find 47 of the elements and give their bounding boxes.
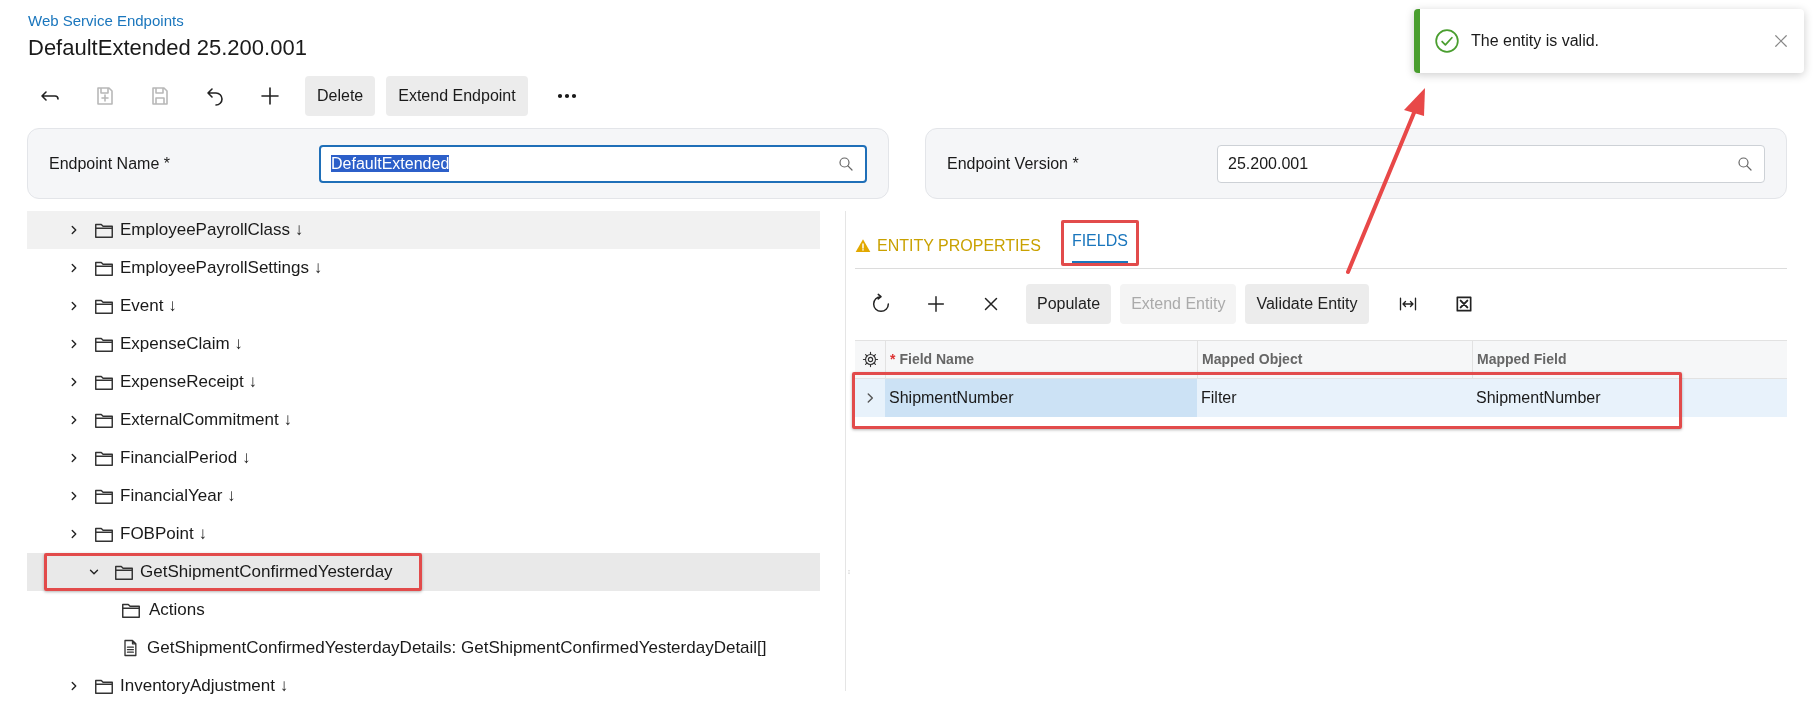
tree-item-label[interactable]: EmployeePayrollSettings ↓: [120, 255, 323, 281]
toast-message: The entity is valid.: [1471, 31, 1601, 51]
tree-item-label[interactable]: ExpenseClaim ↓: [120, 331, 243, 357]
tree-item-label[interactable]: Actions: [149, 597, 205, 623]
tree-item-label[interactable]: GetShipmentConfirmedYesterday: [140, 559, 393, 585]
check-circle-icon: [1434, 28, 1460, 54]
breadcrumb-link[interactable]: Web Service Endpoints: [28, 11, 184, 31]
column-header[interactable]: Mapped Field: [1472, 341, 1787, 378]
column-header[interactable]: * Field Name: [885, 341, 1197, 378]
tree-item-label[interactable]: ExpenseReceipt ↓: [120, 369, 258, 395]
tree-item-label[interactable]: FinancialPeriod ↓: [120, 445, 251, 471]
table-cell-text: Filter: [1200, 388, 1238, 408]
refresh-icon: [870, 293, 892, 315]
table-cell: ShipmentNumber: [885, 379, 1197, 417]
toolbar-button[interactable]: Populate: [1026, 284, 1112, 324]
input-field[interactable]: DefaultExtended: [319, 144, 867, 183]
tree-item-label[interactable]: GetShipmentConfirmedYesterdayDetails: GetShipmentConfirmedYesterdayDetail[]: [147, 635, 767, 661]
search-icon[interactable]: [1736, 154, 1754, 173]
tree-item-label[interactable]: FOBPoint ↓: [120, 521, 207, 547]
tree-item-label[interactable]: EmployeePayrollClass ↓: [120, 217, 304, 243]
column-header-label: Mapped Object: [1202, 350, 1303, 369]
page-title: DefaultExtended 25.200.001: [28, 34, 307, 62]
column-header[interactable]: Mapped Object: [1197, 341, 1472, 378]
settings-icon[interactable]: [861, 351, 879, 368]
required-mark: *: [890, 350, 896, 369]
input-field[interactable]: 25.200.001: [1217, 144, 1765, 183]
tree-item-label[interactable]: Event ↓: [120, 293, 177, 319]
tree-row[interactable]: EmployeePayrollClass ↓: [27, 211, 820, 249]
field-label: Endpoint Name *: [49, 153, 171, 174]
table-cell-text: ShipmentNumber: [1475, 388, 1602, 408]
tab[interactable]: FIELDS: [1071, 225, 1128, 263]
toolbar-button[interactable]: Validate Entity: [1245, 284, 1369, 324]
toolbar-button[interactable]: Delete: [305, 76, 376, 116]
tree-item-label[interactable]: ExternalCommitment ↓: [120, 407, 292, 433]
search-icon[interactable]: [837, 154, 855, 173]
column-header-label: Field Name: [899, 350, 975, 369]
toolbar-button[interactable]: Extend Endpoint: [386, 76, 528, 116]
close-icon[interactable]: [1772, 32, 1790, 50]
warning-icon: [855, 238, 871, 254]
grid-row[interactable]: ShipmentNumber Filter ShipmentNumber: [855, 379, 1787, 417]
plus-icon: [258, 84, 282, 108]
field-label: Endpoint Version *: [947, 153, 1080, 174]
tree-row[interactable]: GetShipmentConfirmedYesterday: [27, 553, 820, 591]
plus-icon: [925, 293, 947, 315]
column-header-label: Mapped Field: [1477, 350, 1567, 369]
tree-item-label[interactable]: FinancialYear ↓: [120, 483, 236, 509]
tree-item-label[interactable]: InventoryAdjustment ↓: [120, 673, 289, 699]
